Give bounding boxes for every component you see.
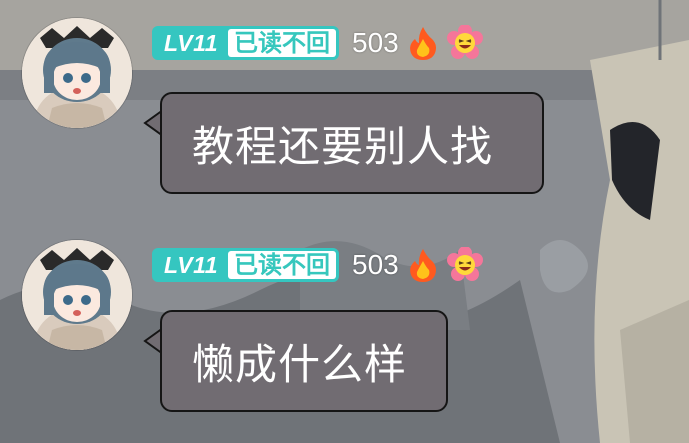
avatar-image [22, 240, 132, 350]
level-badge: LV11 已读不回 [152, 26, 339, 60]
smiley-flower-icon [446, 247, 483, 281]
message-bubble[interactable]: 教程还要别人找 [160, 92, 544, 194]
smiley-flower-icon [446, 25, 483, 59]
chat-message: LV11 已读不回 503 教程还要别人找 [0, 0, 689, 200]
level-label: LV11 [164, 251, 218, 278]
user-badge-row: LV11 已读不回 503 [152, 24, 483, 62]
message-text: 教程还要别人找 [192, 121, 494, 171]
avatar[interactable] [22, 18, 132, 128]
user-title: 已读不回 [228, 251, 336, 279]
fire-icon [409, 27, 436, 60]
user-title: 已读不回 [228, 29, 336, 57]
user-badge-row: LV11 已读不回 503 [152, 246, 483, 284]
fire-count: 503 [352, 27, 399, 58]
fire-count: 503 [352, 249, 399, 280]
level-badge: LV11 已读不回 [152, 248, 339, 282]
message-text: 懒成什么样 [192, 339, 408, 389]
message-bubble[interactable]: 懒成什么样 [160, 310, 448, 412]
avatar[interactable] [22, 240, 132, 350]
chat-message: LV11 已读不回 503 懒成什么样 [0, 222, 689, 422]
avatar-image [22, 18, 132, 128]
level-label: LV11 [164, 29, 218, 56]
fire-icon [409, 249, 436, 282]
